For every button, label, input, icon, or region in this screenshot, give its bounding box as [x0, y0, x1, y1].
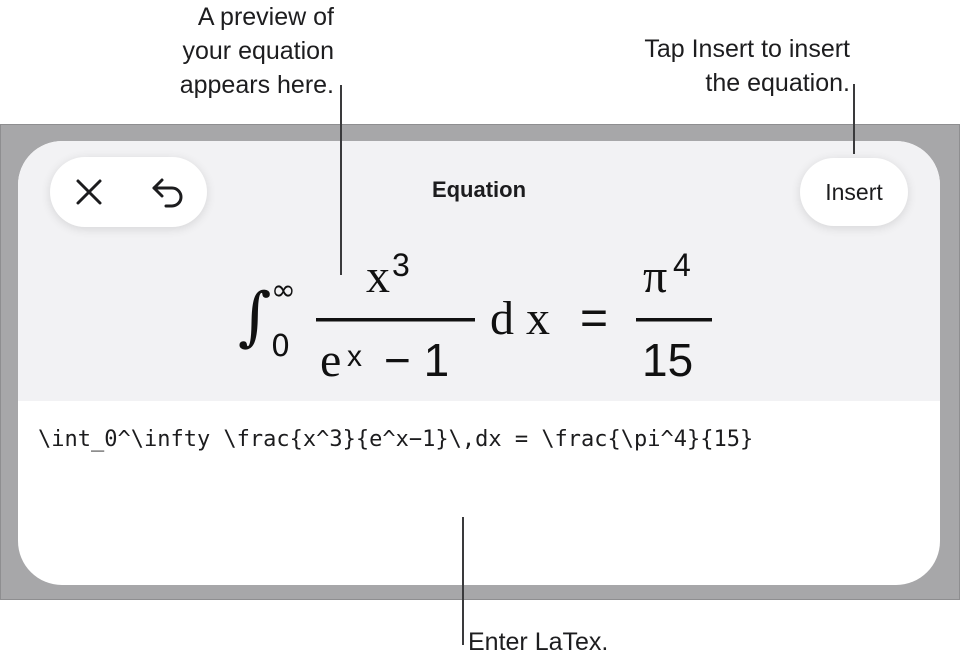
differential: d x [490, 292, 550, 345]
denominator-base: e [320, 334, 341, 387]
numerator-exponent: 3 [392, 247, 410, 283]
insert-leader-line [853, 84, 855, 154]
denominator-exponent: x [347, 340, 362, 373]
latex-callout: Enter LaTex. [468, 628, 609, 656]
insert-callout: Tap Insert to insert the equation. [644, 35, 850, 97]
integral-sign: ∫ [238, 280, 271, 354]
fraction-bar [316, 318, 475, 322]
equation-sheet: Equation Insert ∫ ∞ 0 x 3 e x − 1 d x = … [18, 141, 940, 585]
latex-input-field[interactable]: \int_0^\infty \frac{x^3}{e^x−1}\,dx = \f… [38, 427, 928, 452]
upper-limit: ∞ [271, 273, 296, 308]
rhs-fraction-bar [636, 318, 712, 322]
lower-limit: 0 [271, 329, 290, 364]
equation-preview: ∫ ∞ 0 x 3 e x − 1 d x = π 4 15 [238, 247, 712, 387]
preview-leader-line [340, 85, 342, 275]
rhs-denominator: 15 [642, 334, 693, 386]
equals-sign: = [580, 292, 608, 345]
denominator-rest: − 1 [384, 334, 449, 386]
latex-leader-line [462, 517, 464, 645]
rhs-numerator-exponent: 4 [673, 247, 691, 283]
preview-callout: A preview of your equation appears here. [179, 3, 334, 99]
numerator-base: x [366, 250, 390, 303]
rhs-numerator-base: π [643, 250, 667, 303]
